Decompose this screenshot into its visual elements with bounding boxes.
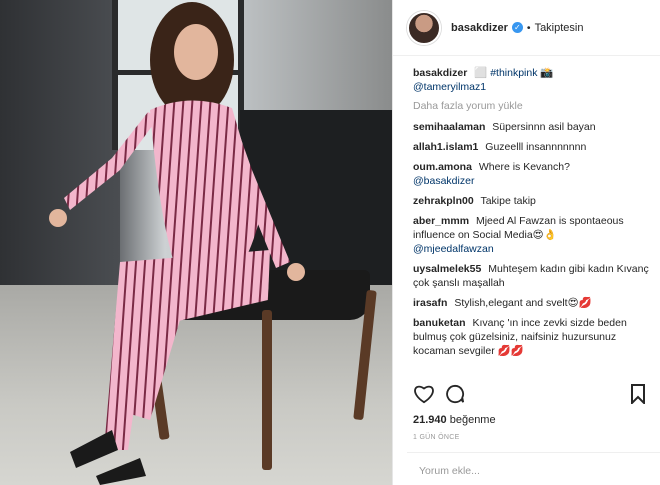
comments-list: basakdizer ⬜ #thinkpink 📸 @tameryilmaz1 … bbox=[413, 66, 650, 364]
comment-item: semihaalaman Süpersinnn asil bayan bbox=[413, 120, 650, 134]
comment-username[interactable]: semihaalaman bbox=[413, 121, 485, 133]
comment-item: aber_mmm Mjeed Al Fawzan is spontaeous i… bbox=[413, 214, 650, 256]
add-comment-bar: Yorum ekle... bbox=[407, 452, 660, 485]
likes-count[interactable]: 21.940 beğenme bbox=[413, 414, 496, 426]
photo-person bbox=[49, 2, 305, 485]
caption-text[interactable]: ⬜ #thinkpink 📸 bbox=[474, 67, 553, 79]
comment-username[interactable]: banuketan bbox=[413, 317, 466, 329]
comment-username[interactable]: allah1.islam1 bbox=[413, 141, 478, 153]
caption: basakdizer ⬜ #thinkpink 📸 @tameryilmaz1 bbox=[413, 66, 650, 94]
comment-item: banuketan Kıvanç 'ın ince zevki sizde be… bbox=[413, 316, 650, 358]
likes-label: beğenme bbox=[449, 414, 496, 426]
caption-mention[interactable]: @tameryilmaz1 bbox=[413, 80, 650, 94]
post-side-panel: basakdizer ✓ • Takiptesin basakdizer ⬜ #… bbox=[392, 0, 660, 485]
comment-text: Guzeelll insannnnnnn bbox=[485, 141, 587, 153]
comment-mention[interactable]: @basakdizer bbox=[413, 174, 650, 188]
comment-bubble-icon[interactable] bbox=[445, 384, 465, 404]
avatar[interactable] bbox=[407, 10, 441, 45]
comment-input[interactable]: Yorum ekle... bbox=[419, 465, 480, 477]
post-photo[interactable] bbox=[0, 0, 392, 485]
header-username[interactable]: basakdizer bbox=[451, 22, 508, 34]
post-actions bbox=[413, 384, 646, 406]
comment-item: oum.amona Where is Kevanch? @basakdizer bbox=[413, 160, 650, 188]
comment-item: allah1.islam1 Guzeelll insannnnnnn bbox=[413, 140, 650, 154]
caption-username[interactable]: basakdizer bbox=[413, 67, 467, 79]
separator-dot: • bbox=[526, 21, 531, 34]
comment-username[interactable]: aber_mmm bbox=[413, 215, 469, 227]
comment-mention[interactable]: @mjeedalfawzan bbox=[413, 242, 650, 256]
comment-item: zehrakpln00 Takipe takip bbox=[413, 194, 650, 208]
bookmark-icon[interactable] bbox=[630, 384, 646, 404]
comment-text: Takipe takip bbox=[480, 195, 536, 207]
comment-text: Süpersinnn asil bayan bbox=[492, 121, 596, 133]
comment-username[interactable]: irasafn bbox=[413, 297, 447, 309]
comment-username[interactable]: uysalmelek55 bbox=[413, 263, 481, 275]
comment-item: uysalmelek55 Muhteşem kadın gibi kadın K… bbox=[413, 262, 650, 290]
heart-icon[interactable] bbox=[413, 384, 435, 404]
follow-status-button[interactable]: Takiptesin bbox=[535, 22, 584, 34]
post-header: basakdizer ✓ • Takiptesin bbox=[393, 0, 660, 56]
load-more-comments-link[interactable]: Daha fazla yorum yükle bbox=[413, 100, 650, 112]
comment-username[interactable]: oum.amona bbox=[413, 161, 472, 173]
comment-text: Where is Kevanch? bbox=[478, 161, 570, 173]
verified-badge-icon: ✓ bbox=[511, 22, 523, 33]
comment-item: irasafn Stylish,elegant and svelt😍💋 bbox=[413, 296, 650, 310]
comment-text: Stylish,elegant and svelt😍💋 bbox=[454, 297, 592, 309]
comment-username[interactable]: zehrakpln00 bbox=[413, 195, 474, 207]
post-timestamp: 1 GÜN ÖNCE bbox=[413, 434, 460, 441]
likes-number: 21.940 bbox=[413, 414, 447, 426]
